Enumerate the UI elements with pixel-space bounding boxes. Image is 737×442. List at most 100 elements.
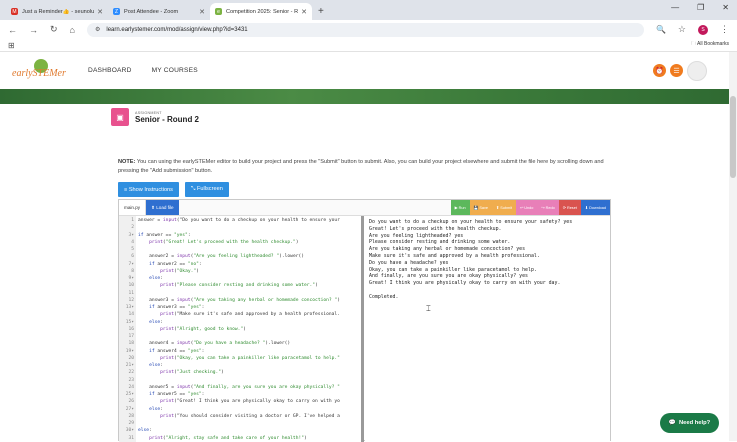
code-line: 29 xyxy=(119,421,361,427)
code-line: 6 answer2 = input("Are you feeling light… xyxy=(119,254,361,260)
window-controls: — ❐ ✕ xyxy=(671,3,729,12)
line-number: 8 xyxy=(131,268,134,274)
editor-tools: ▶ Run 💾 Save ⬆ Submit ↩ Undo ↪ Redo ⟳ Reset ⬇ … xyxy=(450,200,610,215)
output-console[interactable]: Do you want to do a checkup on your heal… xyxy=(365,216,610,442)
close-window-icon[interactable]: ✕ xyxy=(722,3,729,12)
output-line: Great! I think you are physically okay t… xyxy=(369,280,561,287)
code-line: 25▾ if answer5 == "yes": xyxy=(119,392,361,398)
code-text: print("Okay, you can take a painkiller l… xyxy=(160,355,340,361)
code-text: if answer3 == "yes": xyxy=(149,305,205,310)
code-text: if answer5 == "yes": xyxy=(149,392,205,397)
profile-avatar[interactable]: S xyxy=(698,24,708,35)
back-icon[interactable]: ← xyxy=(8,25,17,35)
line-number: 4 xyxy=(131,239,134,245)
fullscreen-button[interactable]: ⤡ Fullscreen xyxy=(184,182,229,197)
editor-tool-button[interactable]: ↪ Redo xyxy=(537,200,559,215)
nav-my-courses[interactable]: MY COURSES xyxy=(152,67,198,74)
show-instructions-button[interactable]: ≡ Show Instructions xyxy=(118,182,179,197)
line-number: 31 xyxy=(128,435,134,441)
url-text: learn.earlystemer.com/mod/assign/view.ph… xyxy=(106,26,248,33)
line-number: 6 xyxy=(131,254,134,260)
bookmark-star-icon[interactable]: ☆ xyxy=(678,24,686,35)
code-line: 10 print("Please consider resting and dr… xyxy=(119,283,361,289)
home-icon[interactable]: ⌂ xyxy=(70,25,75,35)
site-info-icon[interactable]: ⚙ xyxy=(95,26,100,33)
code-text: if answer == "yes": xyxy=(138,232,191,238)
browser-tab[interactable]: M Just a Reminder👍 - seunoluyi ✕ xyxy=(6,3,108,20)
apps-grid-icon[interactable]: ⊞ xyxy=(8,41,15,50)
code-line: 19▾ if answer4 == "yes": xyxy=(119,348,361,355)
menu-kebab-icon[interactable]: ⋮ xyxy=(720,24,729,35)
editor-tool-button[interactable]: ⬆ Submit xyxy=(492,200,517,215)
code-text: print("Great! Let's proceed with the hea… xyxy=(149,239,299,245)
editor-tool-button[interactable]: 💾 Save xyxy=(469,200,492,215)
close-icon[interactable]: ✕ xyxy=(97,8,103,16)
output-line: And finally, are you sure you are okay p… xyxy=(369,273,528,280)
menu-icon[interactable]: ☰ xyxy=(670,64,683,77)
line-number: 22 xyxy=(128,370,134,376)
line-number: 7▾ xyxy=(128,261,134,267)
code-line: 24 answer5 = input("And finally, are you… xyxy=(119,385,361,391)
code-line: 1 answer = input("Do you want to do a che… xyxy=(119,218,361,224)
code-text: else: xyxy=(149,319,163,325)
line-number: 13▾ xyxy=(125,305,134,310)
editor-tool-button[interactable]: ▶ Run xyxy=(450,200,470,215)
code-line: 8 print("Okay.") xyxy=(119,268,361,275)
url-field[interactable]: ⚙ learn.earlystemer.com/mod/assign/view.… xyxy=(86,22,644,37)
line-number: 23 xyxy=(128,377,134,383)
code-line: 12 answer3 = input("Are you taking any h… xyxy=(119,297,361,304)
page-scrollbar[interactable] xyxy=(729,52,737,441)
line-number: 9▾ xyxy=(128,276,134,281)
browser-tab[interactable]: Z Post Attendee - Zoom ✕ xyxy=(108,3,210,20)
load-file-button[interactable]: ⬆ Load file xyxy=(146,200,179,215)
code-line: 15▾ else: xyxy=(119,319,361,326)
close-icon[interactable]: ✕ xyxy=(199,8,205,16)
code-pane[interactable]: 1 answer = input("Do you want to do a che… xyxy=(119,216,362,442)
tab-title: Post Attendee - Zoom xyxy=(124,8,179,15)
maximize-icon[interactable]: ❐ xyxy=(697,3,704,12)
code-text: print("Alright, stay safe and take care … xyxy=(149,435,307,441)
line-number: 3▾ xyxy=(128,232,134,238)
forward-icon[interactable]: → xyxy=(29,25,38,35)
output-line: Are you feeling lightheaded? yes xyxy=(369,232,464,239)
all-bookmarks-label: All Bookmarks xyxy=(697,41,729,47)
notifications-icon[interactable]: ⏰ xyxy=(653,64,666,77)
code-text: answer3 = input("Are you taking any herb… xyxy=(138,297,340,303)
note-text: You can using the earlySTEMer editor to … xyxy=(118,159,604,174)
output-line: Great! Let's proceed with the health che… xyxy=(369,225,502,232)
code-line: 27▾ else: xyxy=(119,406,361,413)
code-text: print("Please consider resting and drink… xyxy=(160,283,318,289)
chat-icon: 💬 xyxy=(668,420,676,426)
line-number: 27▾ xyxy=(125,406,134,412)
pane-splitter[interactable] xyxy=(361,216,364,442)
new-tab-button[interactable]: + xyxy=(318,6,324,17)
line-number: 5 xyxy=(131,247,134,252)
line-number: 1 xyxy=(131,218,134,223)
editor-tool-button[interactable]: ⬇ Download xyxy=(580,200,610,215)
all-bookmarks-link[interactable]: 🗀 All Bookmarks xyxy=(691,41,729,49)
tab-title: Just a Reminder👍 - seunoluyi xyxy=(22,8,95,15)
code-line: 17 xyxy=(119,334,361,340)
minimize-icon[interactable]: — xyxy=(671,3,679,12)
assignment-icon: ▣ xyxy=(111,108,129,126)
code-line: 4 print("Great! Let's proceed with the h… xyxy=(119,239,361,246)
nav-dashboard[interactable]: DASHBOARD xyxy=(88,67,132,74)
line-number: 14 xyxy=(128,312,134,318)
code-text: print("Okay.") xyxy=(160,268,199,274)
close-icon[interactable]: ✕ xyxy=(301,8,307,16)
editor-tool-button[interactable]: ⟳ Reset xyxy=(558,200,581,215)
scrollbar-thumb[interactable] xyxy=(730,96,736,178)
assignment-header: ▣ ASSIGNMENT Senior - Round 2 xyxy=(111,108,199,126)
code-text: if answer4 == "yes": xyxy=(149,348,205,354)
user-avatar[interactable] xyxy=(687,60,707,81)
editor-tool-button[interactable]: ↩ Undo xyxy=(516,200,538,215)
browser-tab-active[interactable]: e Competition 2025: Senior - Ro... ✕ xyxy=(210,3,312,20)
mouse-cursor-icon: ⌶ xyxy=(426,304,431,313)
file-tab-main[interactable]: main.py xyxy=(119,200,147,215)
line-number: 19▾ xyxy=(125,348,134,354)
site-logo[interactable]: earlySTEMer xyxy=(12,58,68,83)
zoom-search-icon[interactable]: 🔍 xyxy=(656,25,666,34)
code-line: 31 print("Alright, stay safe and take ca… xyxy=(119,435,361,442)
reload-icon[interactable]: ↻ xyxy=(50,24,58,35)
need-help-button[interactable]: 💬 Need help? xyxy=(660,413,719,433)
